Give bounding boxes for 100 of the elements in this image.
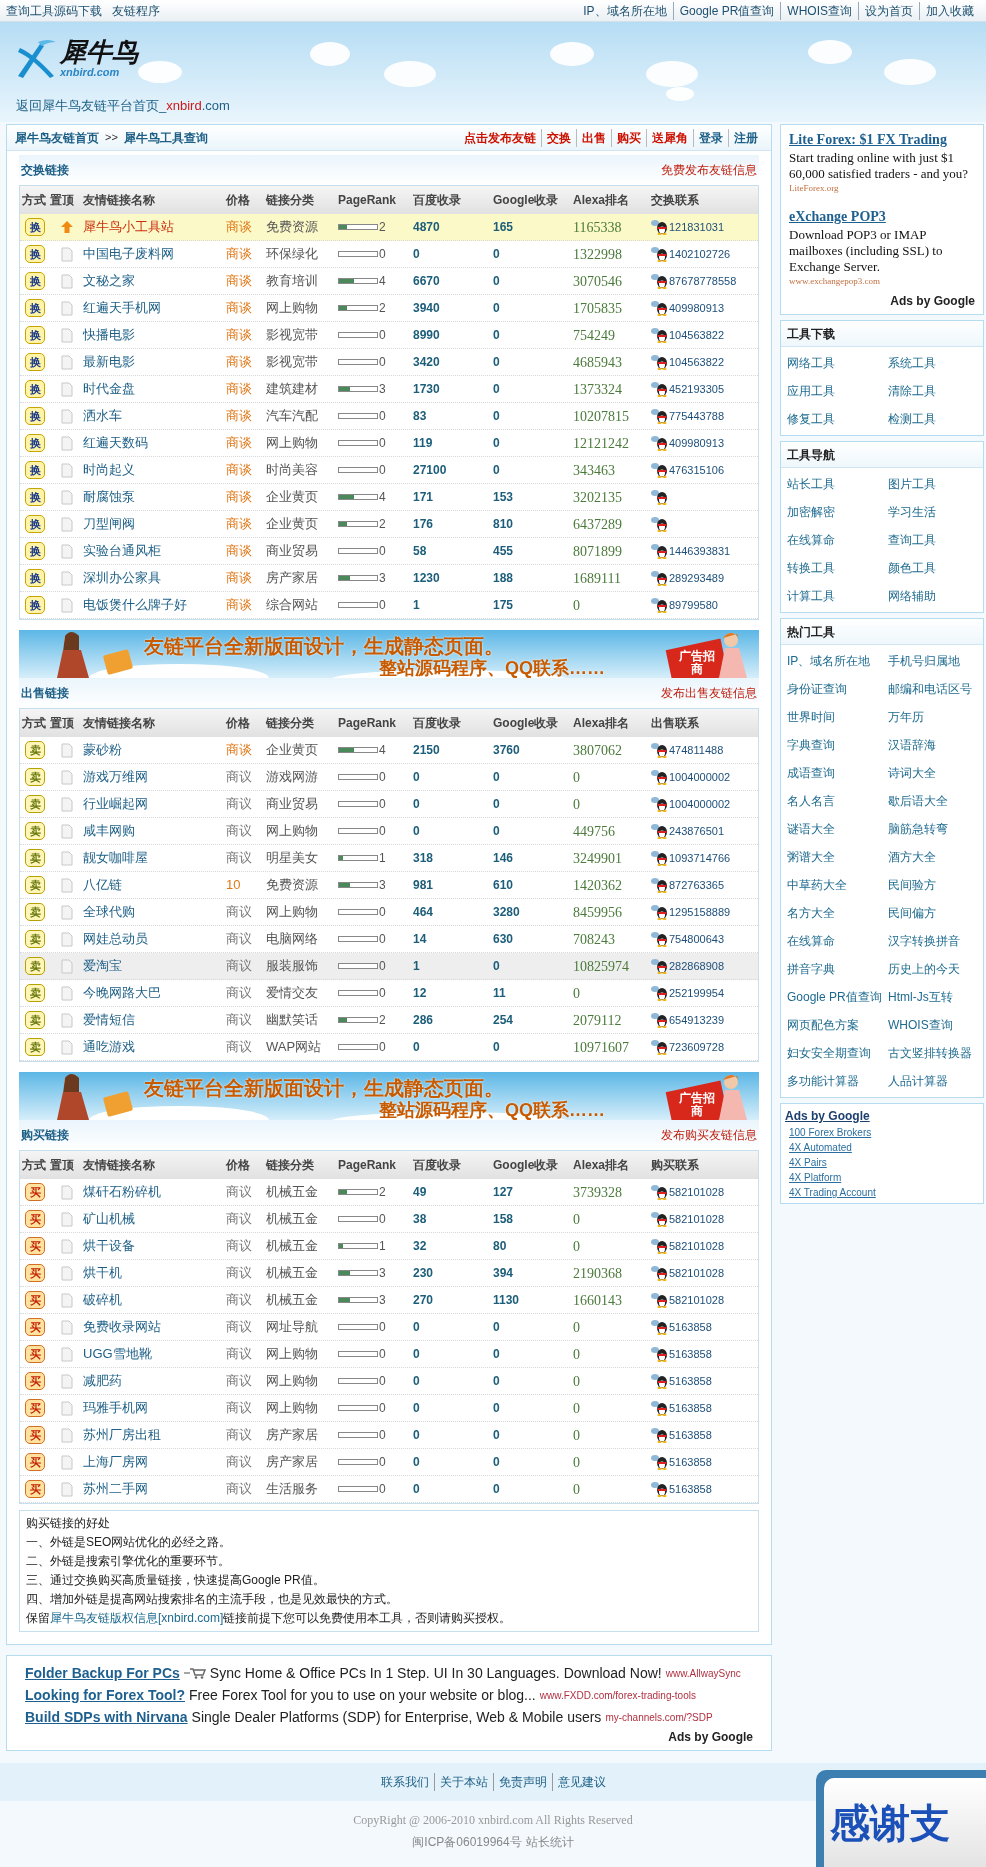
tool-link[interactable]: 酒方大全 bbox=[888, 848, 936, 866]
penguin-icon[interactable] bbox=[651, 931, 669, 947]
breadcrumb-link[interactable]: 犀牛鸟友链首页 bbox=[15, 128, 99, 147]
penguin-icon[interactable] bbox=[651, 273, 669, 289]
site-link[interactable]: 洒水车 bbox=[83, 406, 226, 426]
tool-link[interactable]: Html-Js互转 bbox=[888, 988, 953, 1006]
penguin-icon[interactable] bbox=[651, 850, 669, 866]
qq-number[interactable]: 582101028 bbox=[669, 1183, 725, 1201]
tool-link[interactable]: 名人名言 bbox=[787, 792, 835, 810]
tool-link[interactable]: 邮编和电话区号 bbox=[888, 680, 972, 698]
penguin-icon[interactable] bbox=[651, 1346, 669, 1362]
top-link[interactable]: 友链程序 bbox=[112, 1, 160, 20]
penguin-icon[interactable] bbox=[651, 462, 669, 478]
penguin-icon[interactable] bbox=[651, 543, 669, 559]
ad-url[interactable]: www.AllwaySync bbox=[665, 1665, 741, 1681]
tool-link[interactable]: 网页配色方案 bbox=[787, 1016, 859, 1034]
penguin-icon[interactable] bbox=[651, 1012, 669, 1028]
post-link[interactable]: 发布出售友链信息 bbox=[661, 684, 757, 702]
tool-link[interactable]: 多功能计算器 bbox=[787, 1072, 859, 1090]
site-link[interactable]: 红遍天数码 bbox=[83, 433, 226, 453]
tool-link[interactable]: 站长工具 bbox=[787, 475, 835, 493]
qq-number[interactable]: 1093714766 bbox=[669, 849, 731, 867]
footer-link[interactable]: 关于本站 bbox=[433, 1773, 493, 1791]
ad-title-link[interactable]: Looking for Forex Tool? bbox=[25, 1684, 185, 1706]
qq-number[interactable]: 452193305 bbox=[669, 380, 725, 398]
qq-number[interactable]: 723609728 bbox=[669, 1038, 725, 1056]
ad-link[interactable]: 4X Pairs bbox=[785, 1155, 979, 1170]
tool-link[interactable]: 系统工具 bbox=[888, 354, 936, 372]
site-link[interactable]: 免费收录网站 bbox=[83, 1317, 226, 1337]
penguin-icon[interactable] bbox=[651, 1427, 669, 1443]
site-link[interactable]: 八亿链 bbox=[83, 875, 226, 895]
home-link[interactable]: 返回犀牛鸟友链平台首页_xnbird.com bbox=[16, 96, 230, 116]
ad-title-link[interactable]: Lite Forex: $1 FX Trading bbox=[789, 129, 975, 150]
site-link[interactable]: 通吃游戏 bbox=[83, 1037, 226, 1057]
ad-url[interactable]: www.FXDD.com/forex-trading-tools bbox=[539, 1687, 696, 1703]
qq-number[interactable]: 5163858 bbox=[669, 1399, 712, 1417]
qq-number[interactable]: 289293489 bbox=[669, 569, 725, 587]
tool-link[interactable]: 加密解密 bbox=[787, 503, 835, 521]
tool-link[interactable]: 图片工具 bbox=[888, 475, 936, 493]
footer-link[interactable]: 联系我们 bbox=[375, 1773, 434, 1791]
ad-link[interactable]: 4X Trading Account bbox=[785, 1185, 979, 1200]
qq-number[interactable]: 754800643 bbox=[669, 930, 725, 948]
qq-number[interactable]: 5163858 bbox=[669, 1372, 712, 1390]
site-link[interactable]: 中国电子废料网 bbox=[83, 244, 226, 264]
site-link[interactable]: 减肥药 bbox=[83, 1371, 226, 1391]
site-link[interactable]: 时代金盘 bbox=[83, 379, 226, 399]
tool-link[interactable]: 计算工具 bbox=[787, 587, 835, 605]
tool-link[interactable]: 民间偏方 bbox=[888, 904, 936, 922]
top-link[interactable]: WHOIS查询 bbox=[780, 1, 858, 20]
site-link[interactable]: 网娃总动员 bbox=[83, 929, 226, 949]
tool-link[interactable]: 谜语大全 bbox=[787, 820, 835, 838]
qq-number[interactable]: 1446393831 bbox=[669, 542, 731, 560]
qq-number[interactable]: 1402102726 bbox=[669, 245, 731, 263]
penguin-icon[interactable] bbox=[651, 1481, 669, 1497]
license-link[interactable]: 犀牛鸟友链版权信息[xnbird.com] bbox=[50, 1611, 224, 1625]
tool-link[interactable]: 古文竖排转换器 bbox=[888, 1044, 972, 1062]
site-link[interactable]: 上海厂房网 bbox=[83, 1452, 226, 1472]
site-link[interactable]: 深圳办公家具 bbox=[83, 568, 226, 588]
tool-link[interactable]: 妇女安全期查询 bbox=[787, 1044, 871, 1062]
qq-number[interactable]: 243876501 bbox=[669, 822, 725, 840]
qq-number[interactable]: 121831031 bbox=[669, 218, 725, 236]
penguin-icon[interactable] bbox=[651, 327, 669, 343]
nav-link[interactable]: 交换 bbox=[541, 128, 576, 147]
site-link[interactable]: 咸丰网购 bbox=[83, 821, 226, 841]
site-link[interactable]: 玛雅手机网 bbox=[83, 1398, 226, 1418]
tool-link[interactable]: 世界时间 bbox=[787, 708, 835, 726]
tool-link[interactable]: IP、域名所在地 bbox=[787, 652, 871, 670]
tool-link[interactable]: 汉语辞海 bbox=[888, 736, 936, 754]
site-link[interactable]: 苏州厂房出租 bbox=[83, 1425, 226, 1445]
footer-link[interactable]: 意见建议 bbox=[551, 1773, 611, 1791]
site-link[interactable]: 犀牛鸟小工具站 bbox=[83, 217, 226, 237]
penguin-icon[interactable] bbox=[651, 354, 669, 370]
tool-link[interactable]: 转换工具 bbox=[787, 559, 835, 577]
tool-link[interactable]: 歇后语大全 bbox=[888, 792, 948, 810]
top-link[interactable]: 加入收藏 bbox=[919, 1, 980, 20]
penguin-icon[interactable] bbox=[651, 823, 669, 839]
qq-number[interactable]: 5163858 bbox=[669, 1318, 712, 1336]
tool-link[interactable]: Google PR值查询 bbox=[787, 988, 882, 1006]
nav-link[interactable]: 送犀角 bbox=[646, 128, 693, 147]
ad-url[interactable]: LiteForex.org bbox=[789, 182, 975, 196]
penguin-icon[interactable] bbox=[651, 958, 669, 974]
qq-number[interactable]: 5163858 bbox=[669, 1453, 712, 1471]
penguin-icon[interactable] bbox=[651, 985, 669, 1001]
tool-link[interactable]: 手机号归属地 bbox=[888, 652, 960, 670]
site-link[interactable]: 矿山机械 bbox=[83, 1209, 226, 1229]
site-link[interactable]: 破碎机 bbox=[83, 1290, 226, 1310]
penguin-icon[interactable] bbox=[651, 1238, 669, 1254]
ad-title-link[interactable]: Build SDPs with Nirvana bbox=[25, 1706, 188, 1728]
tool-link[interactable]: 粥谱大全 bbox=[787, 848, 835, 866]
penguin-icon[interactable] bbox=[651, 489, 669, 505]
ads-title-link[interactable]: Ads by Google bbox=[785, 1107, 979, 1125]
penguin-icon[interactable] bbox=[651, 769, 669, 785]
qq-number[interactable]: 104563822 bbox=[669, 326, 725, 344]
top-link[interactable]: IP、域名所在地 bbox=[577, 1, 673, 20]
penguin-icon[interactable] bbox=[651, 408, 669, 424]
top-link[interactable]: Google PR值查询 bbox=[672, 1, 781, 20]
penguin-icon[interactable] bbox=[651, 1265, 669, 1281]
tool-link[interactable]: 检测工具 bbox=[888, 410, 936, 428]
penguin-icon[interactable] bbox=[651, 570, 669, 586]
site-link[interactable]: 行业崛起网 bbox=[83, 794, 226, 814]
